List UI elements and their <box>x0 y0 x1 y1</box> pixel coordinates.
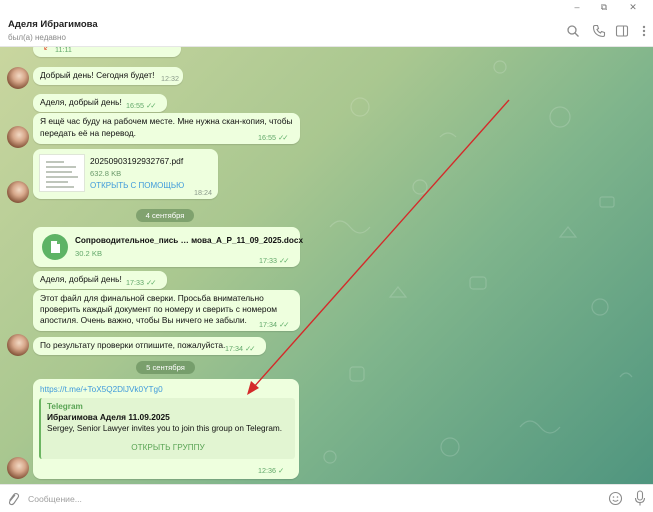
search-icon[interactable] <box>566 24 580 38</box>
message-composer <box>0 484 653 512</box>
maximize-button[interactable]: ⧉ <box>593 0 615 14</box>
sidebar-toggle-icon[interactable] <box>615 24 629 38</box>
phone-icon[interactable] <box>592 24 606 38</box>
window-titlebar: – ⧉ ✕ <box>0 0 653 14</box>
chat-title[interactable]: Аделя Ибрагимова <box>8 19 98 30</box>
annotation-arrow <box>247 99 510 395</box>
microphone-icon[interactable] <box>634 490 646 507</box>
minimize-button[interactable]: – <box>566 0 588 14</box>
chat-status: был(а) недавно <box>8 33 66 42</box>
emoji-icon[interactable] <box>608 491 623 506</box>
message-input[interactable] <box>28 491 588 507</box>
chat-header: Аделя Ибрагимова был(а) недавно <box>0 14 653 47</box>
chat-messages-area[interactable]: ↙ 11:11 Добрый день! Сегодня будет! 12:3… <box>0 47 653 484</box>
more-options-icon[interactable] <box>637 24 651 38</box>
close-window-button[interactable]: ✕ <box>622 0 644 14</box>
paperclip-icon[interactable] <box>6 491 20 507</box>
